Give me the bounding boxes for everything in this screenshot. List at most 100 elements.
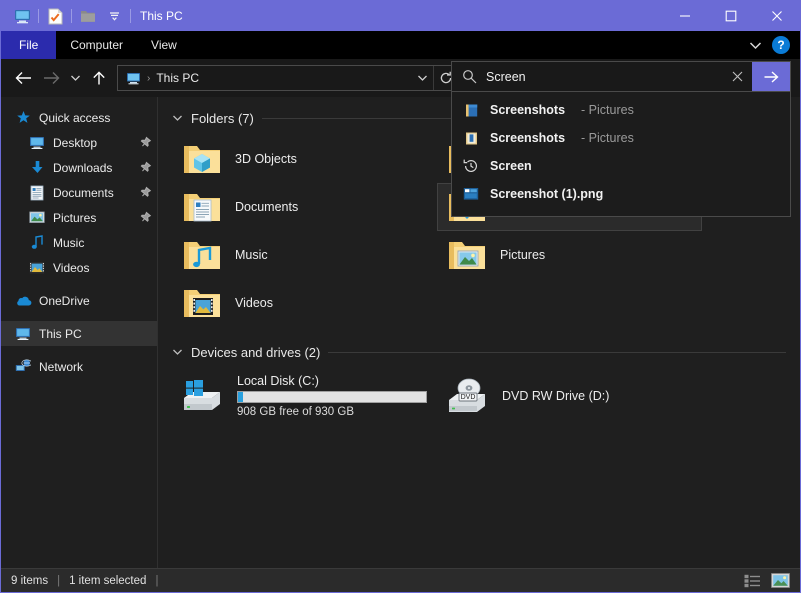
sidebar-item-pictures[interactable]: Pictures	[1, 205, 157, 230]
search-go-button[interactable]	[752, 62, 790, 91]
this-pc-icon[interactable]	[9, 5, 35, 27]
pin-icon[interactable]	[138, 135, 153, 150]
drive-tile-local-disk-c[interactable]: Local Disk (C:) 908 GB free of 930 GB	[172, 369, 437, 423]
large-icons-view-button[interactable]	[770, 572, 790, 590]
desktop-icon	[27, 133, 47, 153]
pin-icon[interactable]	[138, 210, 153, 225]
music-icon	[27, 233, 47, 253]
dvd-drive-icon: DVD	[444, 374, 492, 418]
tab-computer[interactable]: Computer	[56, 31, 137, 59]
chevron-down-icon[interactable]	[172, 114, 183, 122]
folder-tile-3d-objects[interactable]: 3D Objects	[172, 135, 437, 183]
new-folder-icon[interactable]	[75, 5, 101, 27]
pin-icon[interactable]	[138, 185, 153, 200]
breadcrumb-pc-icon	[126, 72, 141, 85]
search-suggestion-item[interactable]: Screen	[452, 152, 790, 180]
search-suggestions-dropdown: Screenshots - Pictures Screenshots - Pic…	[451, 92, 791, 217]
sidebar-item-label: OneDrive	[39, 294, 90, 308]
pin-icon[interactable]	[138, 160, 153, 175]
clear-search-button[interactable]	[722, 62, 752, 91]
search-icon	[452, 62, 486, 91]
sidebar-item-desktop[interactable]: Desktop	[1, 130, 157, 155]
star-icon	[13, 108, 33, 128]
search-suggestion-item[interactable]: Screenshot (1).png	[452, 180, 790, 208]
up-button[interactable]	[85, 64, 113, 92]
folder-label: Videos	[235, 296, 273, 310]
details-view-button[interactable]	[742, 572, 762, 590]
devices-group-header[interactable]: Devices and drives (2)	[158, 341, 800, 363]
drive-name: DVD RW Drive (D:)	[502, 389, 609, 403]
capacity-bar-fill	[238, 392, 243, 402]
breadcrumb-label: This PC	[156, 71, 199, 85]
sidebar-item-label: Videos	[53, 261, 89, 275]
drive-info: DVD RW Drive (D:)	[502, 389, 609, 403]
drive-name: Local Disk (C:)	[237, 374, 427, 388]
folder-tile-documents[interactable]: Documents	[172, 183, 437, 231]
sidebar-item-this-pc[interactable]: This PC	[1, 321, 157, 346]
onedrive-icon	[13, 291, 33, 311]
tab-view[interactable]: View	[137, 31, 191, 59]
suggestion-name: Screenshots	[490, 103, 565, 117]
sidebar-item-network[interactable]: Network	[1, 354, 157, 379]
help-button[interactable]: ?	[772, 36, 790, 54]
search-suggestion-item[interactable]: Screenshots - Pictures	[452, 96, 790, 124]
videos-icon	[27, 258, 47, 278]
suggestion-location: - Pictures	[581, 103, 634, 117]
recent-locations-chevron-icon[interactable]	[65, 64, 85, 92]
qat-divider-2	[71, 9, 72, 23]
folder-3d-objects-icon	[181, 138, 223, 180]
folder-documents-icon	[181, 186, 223, 228]
navigation-pane: Quick access Desktop	[1, 97, 158, 568]
sidebar-item-label: This PC	[39, 327, 82, 341]
maximize-button[interactable]	[708, 1, 754, 31]
close-button[interactable]	[754, 1, 800, 31]
folder-label: Music	[235, 248, 268, 262]
tab-file[interactable]: File	[1, 31, 56, 59]
image-file-icon	[462, 185, 480, 203]
history-icon	[462, 157, 480, 175]
address-bar[interactable]: › This PC	[117, 65, 462, 91]
minimize-button[interactable]	[662, 1, 708, 31]
search-input[interactable]	[486, 70, 722, 84]
back-button[interactable]	[9, 64, 37, 92]
sidebar-item-music[interactable]: Music	[1, 230, 157, 255]
search-area: Screenshots - Pictures Screenshots - Pic…	[451, 61, 791, 217]
folder-tile-videos[interactable]: Videos	[172, 279, 437, 327]
chevron-down-icon[interactable]	[172, 348, 183, 356]
expand-ribbon-chevron-icon[interactable]	[744, 34, 766, 56]
file-explorer-window: This PC File Computer View ?	[0, 0, 801, 593]
folder-music-icon	[181, 234, 223, 276]
sidebar-item-onedrive[interactable]: OneDrive	[1, 288, 157, 313]
breadcrumb-separator: ›	[147, 73, 150, 84]
suggestion-name: Screenshot (1).png	[490, 187, 603, 201]
sidebar-item-label: Documents	[53, 186, 114, 200]
forward-button[interactable]	[37, 64, 65, 92]
status-separator: |	[155, 575, 158, 587]
sidebar-item-documents[interactable]: Documents	[1, 180, 157, 205]
status-item-count: 9 items	[11, 575, 48, 587]
search-box[interactable]	[451, 61, 791, 92]
windows-drive-icon	[179, 374, 227, 418]
sidebar-item-downloads[interactable]: Downloads	[1, 155, 157, 180]
downloads-icon	[27, 158, 47, 178]
properties-icon[interactable]	[42, 5, 68, 27]
group-title: Folders (7)	[191, 111, 254, 126]
folder-alt-icon	[462, 129, 480, 147]
sidebar-item-quick-access[interactable]: Quick access	[1, 105, 157, 130]
address-dropdown-chevron-icon[interactable]	[411, 66, 433, 90]
search-suggestion-item[interactable]: Screenshots - Pictures	[452, 124, 790, 152]
drives-grid: Local Disk (C:) 908 GB free of 930 GB	[158, 369, 800, 423]
window-controls	[662, 1, 800, 31]
breadcrumb[interactable]: › This PC	[122, 71, 199, 85]
drive-free-space: 908 GB free of 930 GB	[237, 406, 427, 418]
quick-access-toolbar: This PC	[1, 5, 183, 27]
ribbon-tab-bar: File Computer View ?	[1, 31, 800, 59]
documents-icon	[27, 183, 47, 203]
folder-pictures-icon	[446, 234, 488, 276]
title-bar: This PC	[1, 1, 800, 31]
drive-tile-dvd-rw-d[interactable]: DVD DVD RW Drive (D:)	[437, 369, 702, 423]
sidebar-item-videos[interactable]: Videos	[1, 255, 157, 280]
qat-customize-chevron-icon[interactable]	[101, 5, 127, 27]
folder-tile-music[interactable]: Music	[172, 231, 437, 279]
folder-tile-pictures[interactable]: Pictures	[437, 231, 702, 279]
